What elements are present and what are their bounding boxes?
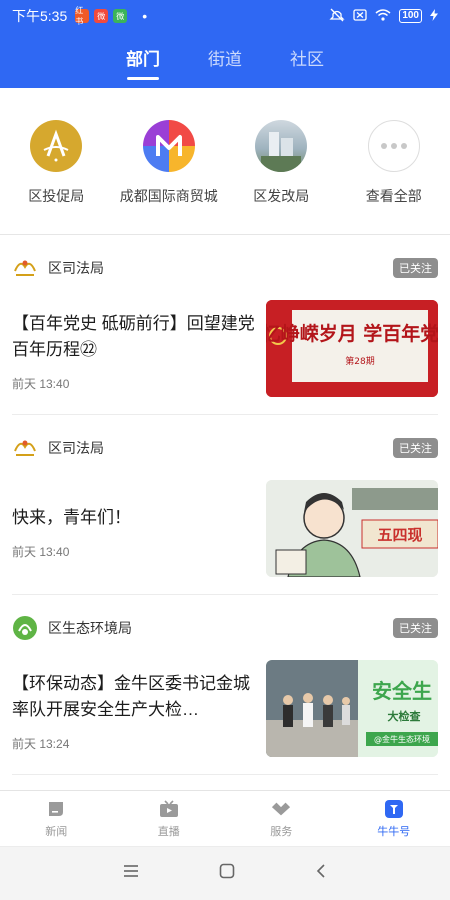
- department-logo: [142, 120, 195, 172]
- nav-item-service[interactable]: 服务: [225, 791, 338, 846]
- justice-bureau-logo-icon: [12, 255, 38, 281]
- article-card[interactable]: 区司法局 已关注 快来，青年们！ 前天 13:40 五四现: [12, 415, 438, 595]
- tab-department[interactable]: 部门: [126, 41, 160, 80]
- system-nav-bar: [0, 846, 450, 900]
- thumb-subtitle: 第28期: [345, 355, 374, 367]
- department-item-development-reform[interactable]: 区发改局: [225, 120, 338, 234]
- article-thumbnail[interactable]: 忆峥嵘岁月 学百年党史 第28期: [266, 300, 438, 397]
- emblem-icon: [43, 129, 69, 162]
- article-card[interactable]: 区生态环境局 已关注 【环保动态】金牛区委书记金城率队开展安全生产大检… 前天 …: [12, 595, 438, 775]
- thumb-headline: 忆峥嵘岁月 学百年党史: [266, 322, 438, 345]
- menu-icon[interactable]: [123, 864, 139, 883]
- source-name[interactable]: 区司法局: [48, 438, 104, 458]
- article-time: 前天 13:40: [12, 377, 70, 391]
- card-header: 区司法局 已关注: [12, 255, 438, 281]
- article-thumbnail[interactable]: 五四现: [266, 480, 438, 577]
- article-time: 前天 13:40: [12, 545, 70, 559]
- article-title[interactable]: 【环保动态】金牛区委书记金城率队开展安全生产大检…: [12, 671, 257, 723]
- view-all-departments[interactable]: 查看全部: [338, 120, 450, 234]
- department-shortcuts: 区投促局 成都国际商贸城 区发改局 查看全部: [0, 88, 450, 234]
- tv-icon: [159, 799, 179, 819]
- app-notification-icon: 微: [94, 9, 109, 23]
- article-feed: 区司法局 已关注 【百年党史 砥砺前行】回望建党百年历程㉒ 前天 13:40 忆…: [0, 235, 450, 775]
- nav-label: 直播: [157, 826, 180, 838]
- news-icon: [46, 799, 66, 819]
- charging-icon: [430, 8, 438, 24]
- home-icon[interactable]: [219, 863, 235, 884]
- more-notifications-icon: •: [142, 8, 148, 24]
- sim-icon: [353, 8, 367, 24]
- tab-street[interactable]: 街道: [208, 41, 242, 80]
- nav-item-news[interactable]: 新闻: [0, 791, 113, 846]
- category-tabs: 部门 街道 社区: [0, 32, 450, 88]
- status-icons: 100: [329, 8, 438, 25]
- building-photo-icon: [261, 132, 302, 172]
- mute-icon: [329, 8, 345, 25]
- department-logo: [255, 120, 308, 172]
- thumb-tag: @金牛生态环境: [374, 734, 430, 744]
- nav-item-niuniu[interactable]: 牛牛号: [338, 791, 450, 846]
- justice-bureau-logo-icon: [12, 435, 38, 461]
- service-icon: [271, 799, 291, 819]
- department-name: 区投促局: [28, 188, 85, 204]
- department-name: 查看全部: [365, 188, 422, 204]
- eco-bureau-logo-icon: [12, 615, 38, 641]
- card-header: 区生态环境局 已关注: [12, 615, 438, 641]
- nav-item-live[interactable]: 直播: [113, 791, 226, 846]
- wifi-icon: [375, 8, 391, 24]
- followed-badge[interactable]: 已关注: [393, 618, 438, 638]
- nav-label: 新闻: [45, 826, 68, 838]
- card-header: 区司法局 已关注: [12, 435, 438, 461]
- more-dots-icon: [367, 120, 420, 172]
- nav-label: 牛牛号: [377, 826, 411, 838]
- battery-icon: 100: [399, 9, 422, 23]
- thumb-subtitle: 大检查: [388, 709, 421, 723]
- article-time: 前天 13:24: [12, 737, 70, 751]
- followed-badge[interactable]: 已关注: [393, 258, 438, 278]
- followed-badge[interactable]: 已关注: [393, 438, 438, 458]
- article-title[interactable]: 【百年党史 砥砺前行】回望建党百年历程㉒: [12, 311, 257, 363]
- back-icon[interactable]: [315, 863, 327, 884]
- article-title[interactable]: 快来，青年们！: [12, 505, 257, 531]
- nav-label: 服务: [270, 826, 293, 838]
- bottom-nav: 新闻 直播 服务 牛牛号: [0, 790, 450, 846]
- thumb-headline: 五四现: [377, 526, 422, 544]
- thumb-headline: 安全生: [372, 679, 432, 703]
- source-name[interactable]: 区司法局: [48, 258, 104, 278]
- tab-community[interactable]: 社区: [290, 41, 324, 80]
- status-bar: 下午5:35 红书 微 微 • 100: [0, 0, 450, 32]
- status-time: 下午5:35: [12, 8, 68, 24]
- department-item-trade-city[interactable]: 成都国际商贸城: [113, 120, 226, 234]
- article-card[interactable]: 区司法局 已关注 【百年党史 砥砺前行】回望建党百年历程㉒ 前天 13:40 忆…: [12, 235, 438, 415]
- app-notification-icon: 微: [113, 9, 128, 23]
- app-notification-icon: 红书: [75, 6, 90, 26]
- m-logo-icon: [155, 135, 182, 156]
- app-header: 下午5:35 红书 微 微 • 100 部门 街道 社区: [0, 0, 450, 88]
- department-name: 区发改局: [253, 188, 310, 204]
- department-logo: [30, 120, 83, 172]
- department-item-investment[interactable]: 区投促局: [0, 120, 113, 234]
- niuniu-icon: [384, 799, 404, 819]
- department-name: 成都国际商贸城: [119, 188, 218, 204]
- article-thumbnail[interactable]: 安全生 大检查 @金牛生态环境: [266, 660, 438, 757]
- source-name[interactable]: 区生态环境局: [48, 618, 132, 638]
